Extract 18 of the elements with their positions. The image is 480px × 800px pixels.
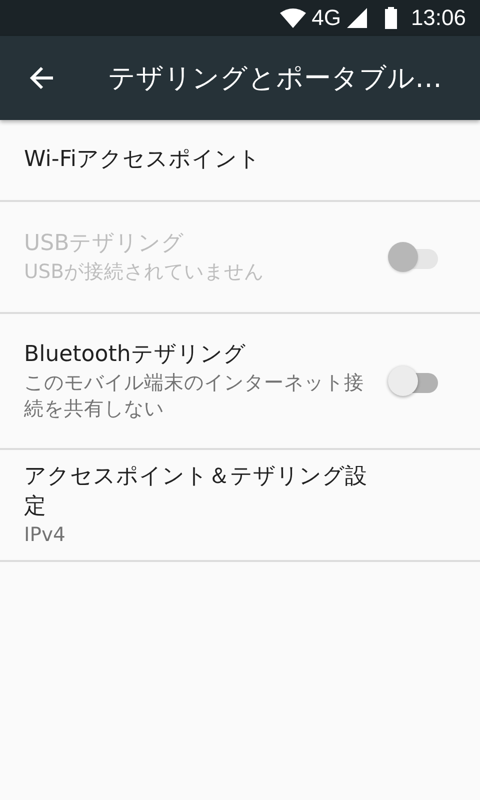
network-type: 4G [312,5,341,31]
item-title: Bluetoothテザリング [24,341,247,369]
item-summary: USBが接続されていません [24,259,266,285]
toggle-switch[interactable] [388,364,440,398]
toolbar-title: テザリングとポータブル… [108,62,442,96]
signal-icon [346,8,367,28]
battery-icon [384,7,397,29]
wifi-icon [280,8,306,28]
settings-item[interactable]: アクセスポイント＆テザリング設定 IPv4 [0,450,480,562]
item-title: アクセスポイント＆テザリング設定 [24,463,368,521]
item-summary: IPv4 [24,522,66,548]
item-title: USBテザリング [24,230,186,258]
settings-item[interactable]: Wi-Fiアクセスポイント [0,120,480,202]
item-summary: このモバイル端末のインターネット接続を共有しない [24,370,365,422]
item-title: Wi-Fiアクセスポイント [24,146,262,174]
settings-item[interactable]: Bluetoothテザリング このモバイル端末のインターネット接続を共有しない [0,314,480,450]
clock: 13:06 [410,5,466,31]
back-button[interactable] [28,64,56,92]
